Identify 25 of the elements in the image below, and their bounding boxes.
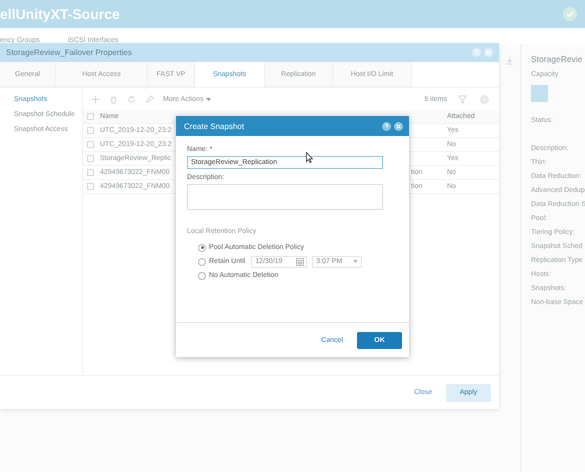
row-checkbox[interactable] bbox=[87, 169, 94, 176]
check-icon bbox=[563, 7, 577, 21]
pointer-cursor-icon bbox=[306, 152, 313, 163]
row-checkbox[interactable] bbox=[87, 183, 94, 190]
pencil-icon[interactable] bbox=[145, 94, 154, 104]
add-icon[interactable] bbox=[91, 94, 100, 104]
row-checkbox[interactable] bbox=[87, 127, 94, 134]
capacity-bar bbox=[531, 85, 548, 102]
caret-icon bbox=[206, 98, 212, 100]
caret-icon bbox=[353, 260, 358, 263]
download-icon[interactable] bbox=[505, 56, 514, 65]
row-checkbox[interactable] bbox=[87, 141, 94, 148]
trash-icon[interactable] bbox=[109, 94, 118, 104]
select-all-checkbox[interactable] bbox=[87, 113, 94, 120]
refresh-icon[interactable] bbox=[127, 94, 136, 104]
settings-icon[interactable] bbox=[478, 94, 491, 104]
description-field[interactable] bbox=[187, 184, 383, 210]
window-title: StorageReview_Failover Properties bbox=[6, 48, 132, 57]
close-icon[interactable] bbox=[394, 122, 403, 130]
app-title: ellUnityXT-Source bbox=[0, 6, 120, 22]
help-icon[interactable] bbox=[382, 122, 391, 130]
filter-icon[interactable] bbox=[456, 94, 469, 104]
panel-title: StorageRevie bbox=[531, 54, 584, 64]
row-checkbox[interactable] bbox=[87, 155, 94, 162]
dialog-title: Create Snapshot bbox=[184, 122, 244, 130]
